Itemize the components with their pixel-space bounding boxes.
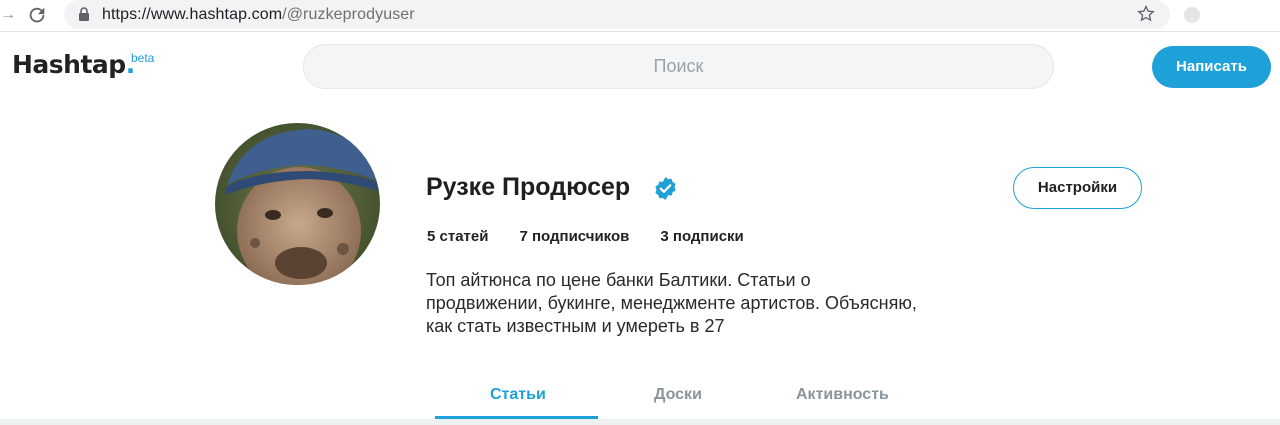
write-button[interactable]: Написать	[1152, 46, 1271, 88]
site-logo[interactable]: Hashtap.	[12, 50, 135, 79]
bio-line: как стать известным и умереть в 27	[426, 316, 725, 336]
tab-boards[interactable]: Доски	[654, 386, 702, 404]
content-divider	[0, 419, 1280, 425]
profile-bio: Топ айтюнса по цене банки Балтики. Стать…	[426, 269, 966, 338]
logo-text: Hashtap	[12, 50, 126, 79]
following-count[interactable]: 3 подписки	[660, 228, 743, 245]
lock-icon	[79, 7, 89, 21]
url-host: https://www.hashtap.com	[102, 6, 283, 23]
search-input[interactable]: Поиск	[303, 44, 1054, 89]
avatar	[215, 123, 380, 285]
articles-count[interactable]: 5 статей	[427, 228, 488, 245]
reload-icon[interactable]	[26, 4, 48, 26]
tab-activity[interactable]: Активность	[796, 386, 889, 404]
verified-badge-icon	[655, 177, 676, 200]
url-text[interactable]: https://www.hashtap.com/@ruzkeprodyuser	[102, 6, 415, 24]
profile-stats: 5 статей 7 подписчиков 3 подписки	[427, 228, 775, 245]
profile-name: Рузке Продюсер	[426, 173, 631, 201]
followers-count[interactable]: 7 подписчиков	[519, 228, 629, 245]
browser-toolbar: → https://www.hashtap.com/@ruzkeprodyuse…	[0, 0, 1280, 32]
settings-button[interactable]: Настройки	[1013, 167, 1142, 209]
site-header: Hashtap. beta Поиск Написать	[0, 32, 1280, 102]
beta-badge: beta	[131, 51, 155, 65]
bookmark-star-icon[interactable]	[1136, 4, 1156, 24]
bio-line: Топ айтюнса по цене банки Балтики. Стать…	[426, 270, 811, 290]
address-bar[interactable]: https://www.hashtap.com/@ruzkeprodyuser	[64, 0, 1170, 29]
bio-line: продвижении, букинге, менеджменте артист…	[426, 293, 917, 313]
back-arrow-icon[interactable]: →	[0, 4, 16, 26]
tab-articles[interactable]: Статьи	[490, 386, 546, 404]
extension-icon[interactable]	[1180, 4, 1204, 26]
url-path: /@ruzkeprodyuser	[282, 6, 415, 23]
